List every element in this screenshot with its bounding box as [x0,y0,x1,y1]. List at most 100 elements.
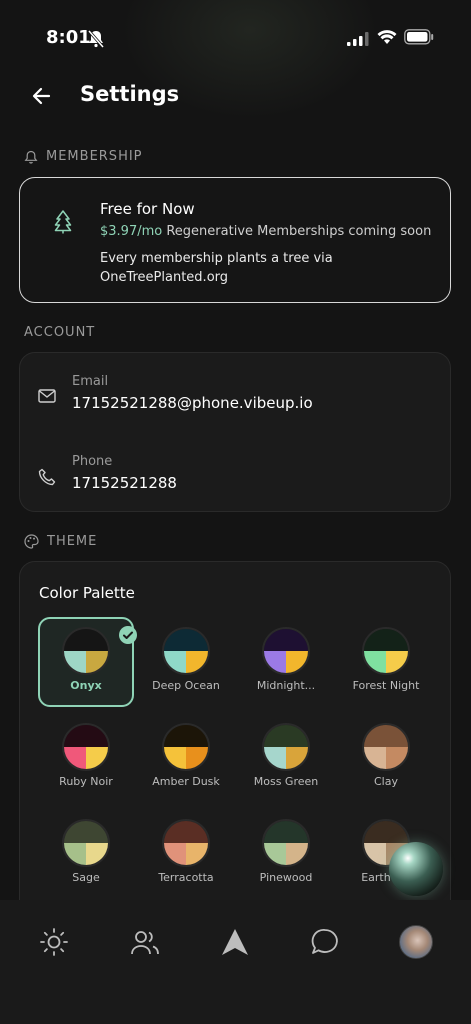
status-time: 8:01 [46,27,91,48]
membership-section-label: MEMBERSHIP [24,149,143,164]
sun-icon[interactable] [34,922,74,962]
palette-color-segment [164,821,208,843]
navigation-arrow-icon[interactable] [215,922,255,962]
palette-swatch[interactable]: Forest Night [338,617,434,707]
people-icon[interactable] [125,922,165,962]
status-bar: 8:01 [0,0,471,70]
membership-title: Free for Now [100,200,195,218]
palette-name: Ruby Noir [59,775,113,788]
palette-preview-circle [62,723,110,771]
palette-color-segment [386,747,408,769]
bell-icon [24,150,38,164]
palette-preview-circle [262,819,310,867]
palette-color-segment [86,747,108,769]
cellular-signal-icon [347,31,369,50]
palette-swatch[interactable]: Clay [338,713,434,803]
palette-color-segment [264,651,286,673]
mail-icon [38,388,56,408]
palette-color-segment [364,821,408,843]
palette-color-segment [286,651,308,673]
phone-label: Phone [72,454,113,469]
palette-color-segment [164,651,186,673]
palette-name: Clay [374,775,398,788]
palette-color-segment [264,629,308,651]
palette-swatch[interactable]: Midnight... [238,617,334,707]
palette-color-segment [264,747,286,769]
palette-color-segment [264,843,286,865]
palette-swatch[interactable]: Terracotta [138,809,234,899]
palette-color-segment [186,747,208,769]
avatar-image [399,925,433,959]
check-icon [119,626,137,644]
palette-color-segment [186,651,208,673]
palette-name: Terracotta [158,871,214,884]
palette-preview-circle [162,723,210,771]
back-arrow-icon[interactable] [30,84,54,108]
silent-bell-icon [87,30,105,52]
membership-price-note: Regenerative Memberships coming soon [166,224,432,239]
palette-color-segment [364,651,386,673]
palette-color-segment [386,651,408,673]
palette-color-segment [364,843,386,865]
phone-icon [38,468,56,490]
palette-icon [24,534,39,549]
membership-card[interactable]: Free for Now $3.97/mo Regenerative Membe… [19,177,451,303]
palette-name: Deep Ocean [152,679,220,692]
page-header: Settings [0,76,471,116]
palette-color-segment [64,651,86,673]
palette-name: Midnight... [256,679,316,692]
theme-label-text: THEME [47,534,98,549]
palette-color-segment [64,725,108,747]
palette-name: Sage [72,871,100,884]
palette-swatch[interactable]: Pinewood [238,809,334,899]
email-label: Email [72,374,109,389]
palette-swatch[interactable]: Moss Green [238,713,334,803]
palette-swatch[interactable]: Sage [38,809,134,899]
palette-color-segment [186,843,208,865]
palette-color-segment [64,843,86,865]
palette-color-segment [286,843,308,865]
palette-swatch[interactable]: Deep Ocean [138,617,234,707]
assistant-orb-button[interactable] [389,842,443,896]
bottom-tab-bar [0,900,471,1024]
palette-color-segment [64,629,108,651]
theme-section-label: THEME [24,534,97,549]
palette-name: Onyx [70,679,102,692]
palette-color-segment [264,821,308,843]
palette-preview-circle [62,627,110,675]
palette-preview-circle [62,819,110,867]
palette-swatch[interactable]: Ruby Noir [38,713,134,803]
phone-row[interactable]: Phone 17152521288 [20,454,450,514]
palette-color-segment [286,747,308,769]
phone-value: 17152521288 [72,474,177,492]
palette-color-segment [86,651,108,673]
wifi-icon [377,30,397,49]
palette-color-segment [364,629,408,651]
palette-preview-circle [362,627,410,675]
color-palette-title: Color Palette [39,584,135,602]
membership-description: Every membership plants a tree via OneTr… [100,251,333,285]
palette-name: Forest Night [352,679,420,692]
battery-icon [404,29,434,49]
palette-swatch[interactable]: Amber Dusk [138,713,234,803]
palette-color-segment [164,629,208,651]
email-value: 17152521288@phone.vibeup.io [72,394,313,412]
account-label-text: ACCOUNT [24,325,96,340]
palette-preview-circle [162,627,210,675]
account-card: Email 17152521288@phone.vibeup.io Phone … [19,352,451,512]
theme-card: Color Palette Onyx Deep Ocean Midnight... F… [19,561,451,921]
membership-label-text: MEMBERSHIP [46,149,143,164]
palette-color-segment [164,747,186,769]
membership-price: $3.97/mo [100,224,163,239]
page-title: Settings [80,82,180,106]
palette-preview-circle [362,723,410,771]
profile-avatar[interactable] [396,922,436,962]
email-row[interactable]: Email 17152521288@phone.vibeup.io [20,374,450,434]
palette-name: Amber Dusk [152,775,220,788]
chat-bubble-icon[interactable] [305,922,345,962]
membership-price-line: $3.97/mo Regenerative Memberships coming… [100,224,431,239]
tree-icon [53,210,73,238]
palette-preview-circle [262,627,310,675]
palette-preview-circle [162,819,210,867]
palette-swatch[interactable]: Onyx [38,617,137,707]
